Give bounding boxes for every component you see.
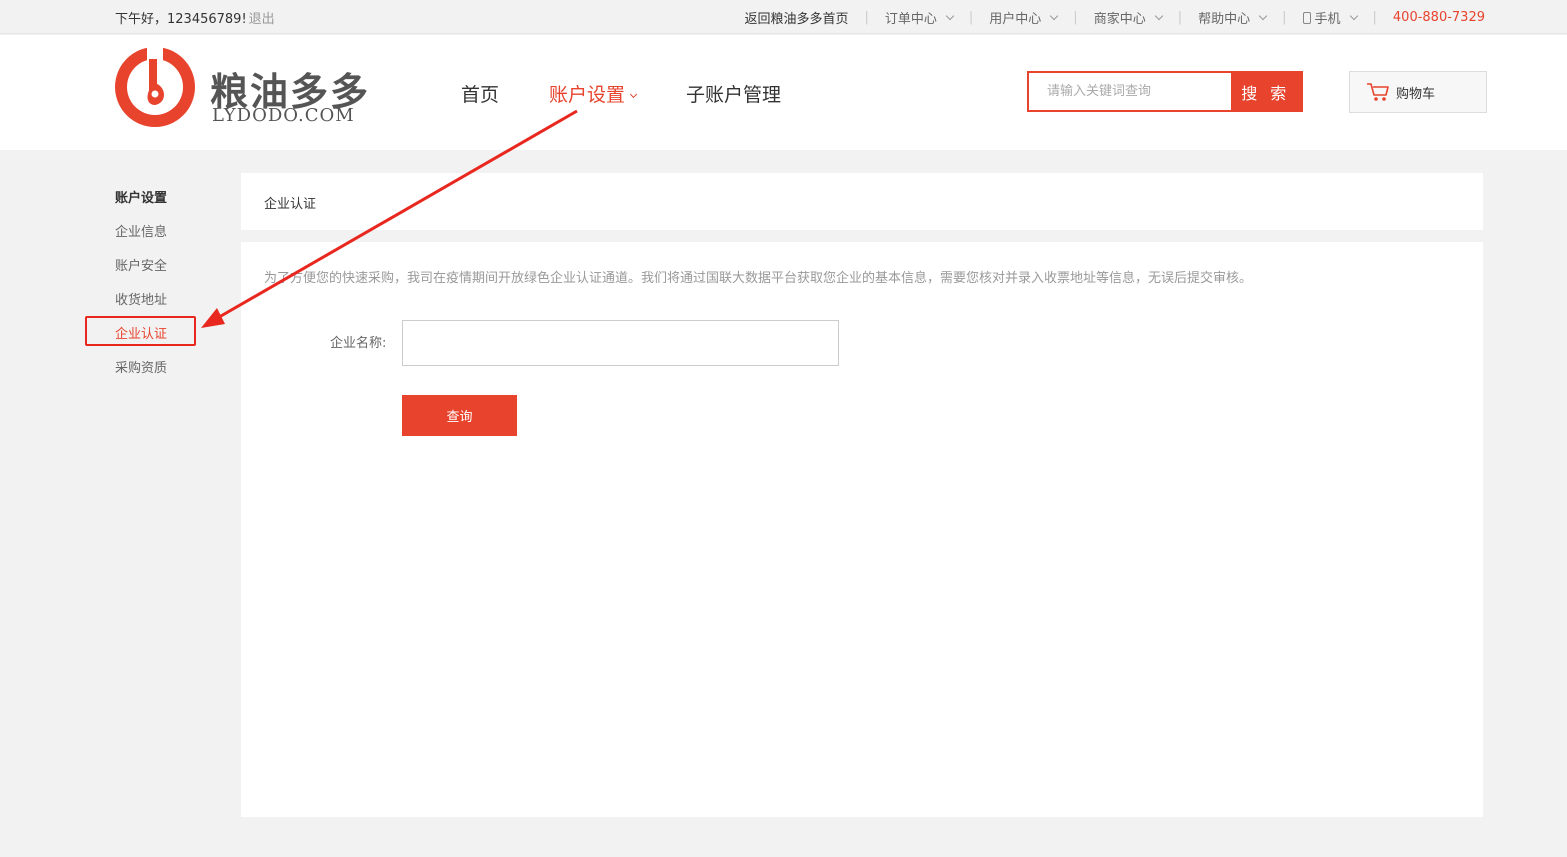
chevron-down-icon [1258, 11, 1268, 20]
main-nav: 首页 账户设置 子账户管理 [461, 80, 831, 107]
company-name-field[interactable] [402, 320, 839, 366]
logo-mark-icon [115, 45, 195, 127]
site-logo[interactable]: 粮油多多 LYDODO.COM [113, 45, 373, 129]
user-center-menu[interactable]: 用户中心 [989, 8, 1059, 27]
sidebar-item-purchase-qualification[interactable]: 采购资质 [115, 357, 167, 391]
divider: | [1073, 10, 1078, 25]
top-bar: 下午好，123456789! 退出 返回粮油多多首页 | 订单中心 | 用户中心 … [0, 0, 1567, 34]
sidebar-item-account-security[interactable]: 账户安全 [115, 255, 167, 289]
hotline-number: 400-880-7329 [1392, 10, 1485, 25]
greeting: 下午好，123456789! 退出 [115, 8, 275, 27]
order-center-label: 订单中心 [884, 12, 937, 27]
search-input[interactable] [1029, 73, 1231, 110]
logout-link[interactable]: 退出 [249, 12, 275, 27]
search-button[interactable]: 搜 索 [1230, 73, 1301, 110]
sidebar-title: 账户设置 [115, 191, 168, 206]
divider: | [864, 10, 869, 25]
certification-panel: 为了方便您的快速采购，我司在疫情期间开放绿色企业认证通道。我们将通过国联大数据平… [241, 242, 1483, 817]
search-box: 搜 索 [1027, 71, 1303, 112]
chevron-down-icon [1154, 11, 1163, 20]
cart-button[interactable]: 购物车 [1349, 71, 1487, 113]
nav-home[interactable]: 首页 [461, 80, 499, 107]
home-link[interactable]: 返回粮油多多首页 [744, 8, 848, 27]
sidebar: 账户设置 企业信息 账户安全 收货地址 企业认证 采购资质 [115, 187, 167, 391]
divider: | [1372, 10, 1377, 25]
divider: | [1177, 10, 1183, 25]
greeting-text: 下午好，123456789! [115, 12, 247, 27]
help-center-menu[interactable]: 帮助中心 [1198, 8, 1268, 27]
merchant-center-label: 商家中心 [1093, 12, 1146, 27]
mobile-label: 手机 [1314, 12, 1341, 27]
cart-icon [1367, 83, 1389, 101]
chevron-down-icon [1050, 11, 1059, 20]
chevron-down-icon [629, 90, 638, 99]
brand-domain: LYDODO.COM [212, 105, 355, 126]
nav-sub-accounts[interactable]: 子账户管理 [686, 80, 781, 107]
cart-label: 购物车 [1396, 86, 1436, 102]
sidebar-item-company-info[interactable]: 企业信息 [115, 221, 167, 255]
divider: | [968, 10, 974, 25]
notice-text: 为了方便您的快速采购，我司在疫情期间开放绿色企业认证通道。我们将通过国联大数据平… [264, 271, 1253, 286]
divider: | [1282, 10, 1287, 25]
merchant-center-menu[interactable]: 商家中心 [1093, 8, 1163, 27]
annotation-highlight-box [85, 316, 196, 346]
chevron-down-icon [1349, 11, 1358, 20]
query-button[interactable]: 查询 [402, 395, 517, 436]
top-nav: 返回粮油多多首页 | 订单中心 | 用户中心 | 商家中心 | 帮助中心 | 手… [744, 8, 1485, 27]
site-header: 粮油多多 LYDODO.COM 首页 账户设置 子账户管理 搜 索 购物车 [0, 35, 1567, 150]
user-center-label: 用户中心 [989, 12, 1042, 27]
page-title: 企业认证 [241, 173, 1483, 230]
order-center-menu[interactable]: 订单中心 [884, 8, 955, 27]
help-center-label: 帮助中心 [1198, 12, 1251, 27]
company-name-label: 企业名称: [330, 336, 387, 351]
nav-account-settings-label: 账户设置 [549, 84, 626, 106]
nav-account-settings[interactable]: 账户设置 [549, 80, 638, 107]
phone-icon [1302, 11, 1311, 24]
chevron-down-icon [945, 11, 955, 20]
mobile-menu[interactable]: 手机 [1302, 8, 1358, 27]
